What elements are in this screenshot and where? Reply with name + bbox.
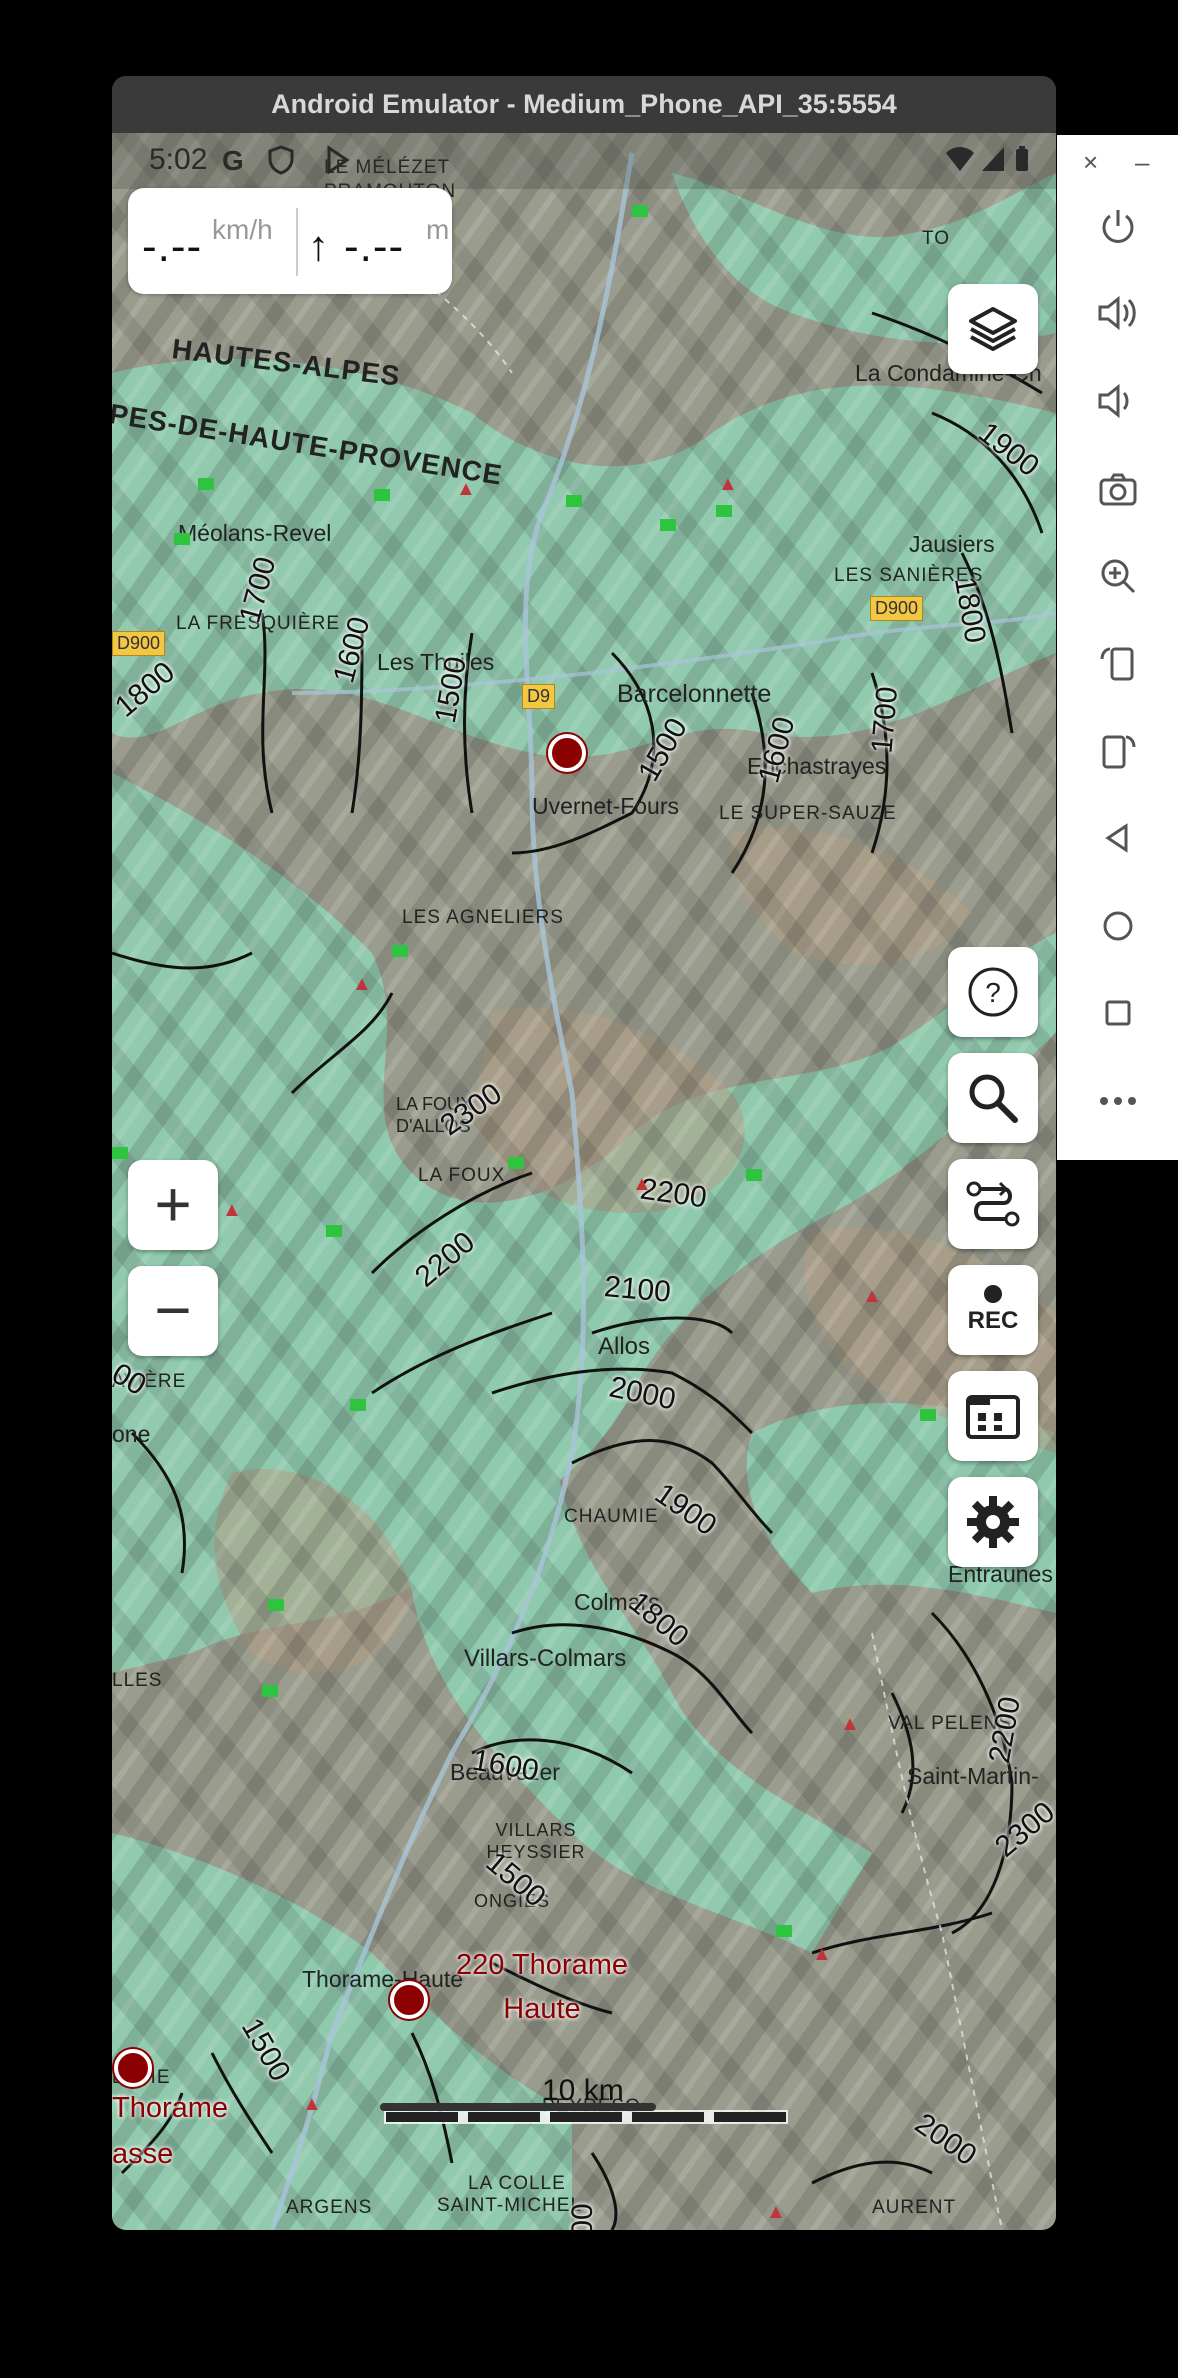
hud-divider [296, 208, 298, 276]
rotate-right-button[interactable] [1090, 723, 1146, 779]
svg-text:?: ? [985, 977, 1001, 1008]
zoom-in-button[interactable]: + [128, 1160, 218, 1250]
zoom-out-button[interactable]: − [128, 1266, 218, 1356]
help-icon: ? [968, 967, 1018, 1017]
close-panel-button[interactable]: × [1083, 147, 1098, 178]
speed-unit: km/h [212, 214, 273, 245]
zoom-in-icon [1101, 559, 1136, 594]
search-icon [969, 1074, 1018, 1123]
route-icon [966, 1181, 1020, 1227]
play-icon [326, 145, 350, 182]
home-button[interactable] [1090, 898, 1146, 954]
altitude-unit: m [426, 214, 450, 245]
volume-up-icon [1098, 295, 1136, 331]
map-canvas[interactable] [112, 133, 1056, 2230]
wifi-icon [944, 145, 976, 180]
power-icon [1102, 210, 1134, 243]
record-button[interactable]: REC [948, 1265, 1038, 1355]
rotate-left-icon [1100, 647, 1134, 681]
camera-icon [1099, 473, 1137, 506]
speed-value: -.-- [142, 222, 203, 271]
status-time: 5:02 [149, 143, 208, 176]
rotate-right-icon [1102, 735, 1136, 769]
volume-down-button[interactable] [1090, 373, 1146, 429]
signal-icon [980, 145, 1006, 180]
layers-icon [969, 307, 1017, 351]
emulator-window: Android Emulator - Medium_Phone_API_35:5… [112, 76, 1056, 2230]
zoom-button[interactable] [1090, 548, 1146, 604]
more-button[interactable] [1090, 1073, 1146, 1129]
route-button[interactable] [948, 1159, 1038, 1249]
more-icon [1100, 1097, 1136, 1105]
power-button[interactable] [1090, 198, 1146, 254]
altitude-value: -.-- [344, 222, 405, 271]
screenshot-button[interactable] [1090, 461, 1146, 517]
gesture-nav-handle[interactable] [380, 2103, 656, 2111]
volume-down-icon [1098, 383, 1129, 419]
back-icon [1105, 823, 1128, 853]
android-status-bar: 5:02 G [112, 133, 1056, 189]
battery-icon [1014, 145, 1030, 180]
speed-altitude-panel: -.-- km/h ↑ -.-- m [128, 188, 452, 294]
emulator-controls-panel: × – [1057, 135, 1178, 1160]
help-button[interactable]: ? [948, 947, 1038, 1037]
minimize-panel-button[interactable]: – [1135, 147, 1149, 178]
offline-maps-icon [966, 1395, 1020, 1439]
rotate-left-button[interactable] [1090, 635, 1146, 691]
shield-icon [268, 145, 294, 182]
overview-icon [1105, 1000, 1131, 1026]
overview-button[interactable] [1090, 985, 1146, 1041]
settings-button[interactable] [948, 1477, 1038, 1567]
record-label: REC [967, 1307, 1019, 1334]
layers-button[interactable] [948, 284, 1038, 374]
emulator-title: Android Emulator - Medium_Phone_API_35:5… [112, 76, 1056, 133]
offline-maps-button[interactable] [948, 1371, 1038, 1461]
search-button[interactable] [948, 1053, 1038, 1143]
volume-up-button[interactable] [1090, 285, 1146, 341]
back-button[interactable] [1090, 810, 1146, 866]
gear-icon [967, 1496, 1019, 1548]
home-icon [1103, 911, 1133, 941]
altitude-arrow-icon: ↑ [308, 222, 330, 269]
phone-screen[interactable]: LE MÉLÉZET PRAMOUTON HAUTES-ALPES PES-DE… [112, 133, 1056, 2230]
scale-bar: 10 km [384, 2074, 788, 2131]
record-dot-icon [984, 1285, 1002, 1303]
google-g-icon: G [222, 145, 244, 176]
